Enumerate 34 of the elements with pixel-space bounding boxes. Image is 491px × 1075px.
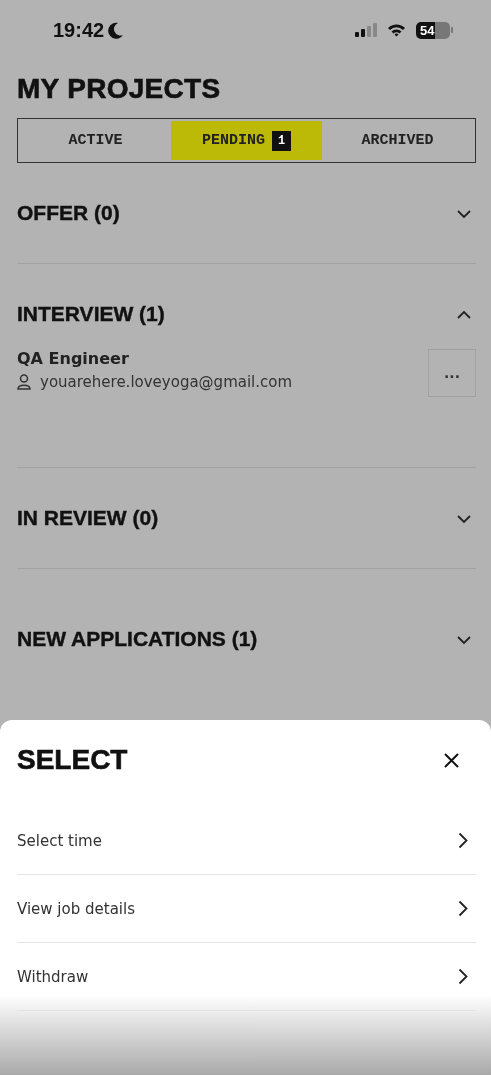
close-button[interactable] <box>444 752 459 768</box>
chevron-right-icon <box>458 900 468 917</box>
sheet-title: SELECT <box>17 744 128 776</box>
wifi-icon <box>387 23 406 37</box>
section-title: NEW APPLICATIONS (1) <box>17 627 258 651</box>
chevron-down-icon[interactable] <box>456 513 472 524</box>
menu-option[interactable]: View job details <box>17 875 476 943</box>
tab[interactable]: PENDING 1 <box>171 121 322 160</box>
more-button[interactable]: ... <box>428 349 476 397</box>
clock-time: 19:42 <box>53 18 105 42</box>
option-label: Select time <box>17 831 102 850</box>
menu-option[interactable]: Select time <box>17 807 476 875</box>
section-title: INTERVIEW (1) <box>17 302 165 326</box>
close-icon <box>444 752 459 768</box>
job-title: QA Engineer <box>17 349 130 368</box>
option-label: View job details <box>17 899 135 918</box>
chevron-down-icon[interactable] <box>456 208 472 219</box>
chevron-up-icon[interactable] <box>456 309 472 320</box>
moon-icon <box>108 21 125 39</box>
section-title: OFFER (0) <box>17 201 120 225</box>
option-label: Withdraw <box>17 967 89 986</box>
tab[interactable]: ARCHIVED <box>322 121 473 160</box>
person-icon <box>17 374 31 390</box>
section-title: IN REVIEW (0) <box>17 506 159 530</box>
tab[interactable]: ACTIVE <box>20 121 171 160</box>
chevron-down-icon[interactable] <box>456 634 472 645</box>
count-badge: 1 <box>271 130 292 151</box>
page-title: MY PROJECTS <box>17 72 222 106</box>
email-text: youarehere.loveyoga@gmail.com <box>40 373 293 391</box>
chevron-right-icon <box>458 968 468 985</box>
battery-icon: 54 <box>416 21 453 39</box>
signal-icon <box>355 23 377 37</box>
chevron-right-icon <box>458 832 468 849</box>
menu-option[interactable]: Withdraw <box>17 943 476 1011</box>
